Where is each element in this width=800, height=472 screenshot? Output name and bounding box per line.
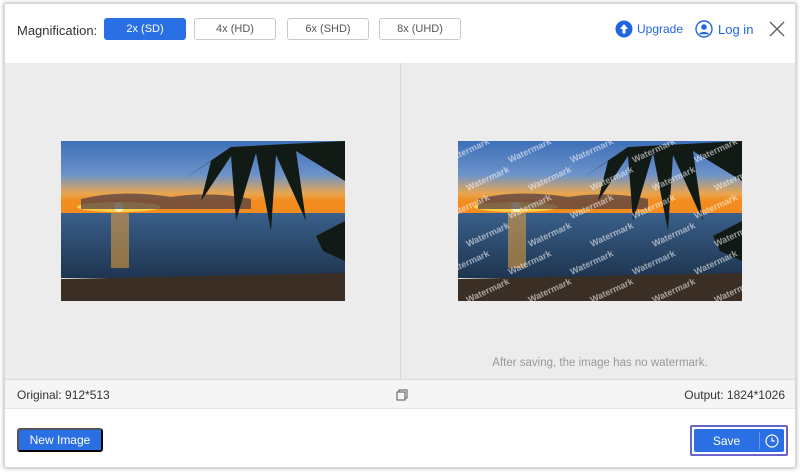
upscaler-dialog: Magnification: 2x (SD) 4x (HD) 6x (SHD) … — [4, 3, 796, 468]
save-button-group[interactable]: Save — [690, 425, 788, 456]
copy-icon[interactable] — [396, 389, 408, 401]
original-size: Original: 912*513 — [17, 388, 110, 402]
save-button[interactable]: Save — [694, 429, 759, 452]
magnification-2x-button[interactable]: 2x (SD) — [104, 18, 186, 40]
output-size: Output: 1824*1026 — [684, 388, 785, 402]
toolbar: Magnification: 2x (SD) 4x (HD) 6x (SHD) … — [5, 4, 795, 62]
magnification-6x-button[interactable]: 6x (SHD) — [287, 18, 369, 40]
original-image — [61, 141, 345, 301]
new-image-button[interactable]: New Image — [17, 428, 103, 452]
magnification-label: Magnification: — [17, 23, 98, 38]
clock-icon — [765, 433, 779, 448]
upgrade-link[interactable]: Upgrade — [615, 18, 683, 40]
close-icon[interactable] — [769, 21, 785, 37]
preview-area: Watermark Watermark Watermark Watermark Wate… — [5, 63, 795, 379]
user-icon — [695, 20, 713, 38]
magnification-8x-button[interactable]: 8x (UHD) — [379, 18, 461, 40]
upgrade-label: Upgrade — [637, 22, 684, 36]
output-image: Watermark Watermark Watermark Watermark Wate… — [458, 141, 742, 301]
panel-divider — [400, 63, 401, 379]
schedule-button[interactable] — [760, 429, 784, 452]
magnification-4x-button[interactable]: 4x (HD) — [194, 18, 276, 40]
info-bar: Original: 912*513 Output: 1824*1026 — [5, 379, 795, 409]
no-watermark-note: After saving, the image has no watermark… — [492, 357, 708, 369]
login-link[interactable]: Log in — [695, 18, 753, 40]
upgrade-icon — [615, 20, 633, 38]
login-label: Log in — [718, 21, 754, 37]
